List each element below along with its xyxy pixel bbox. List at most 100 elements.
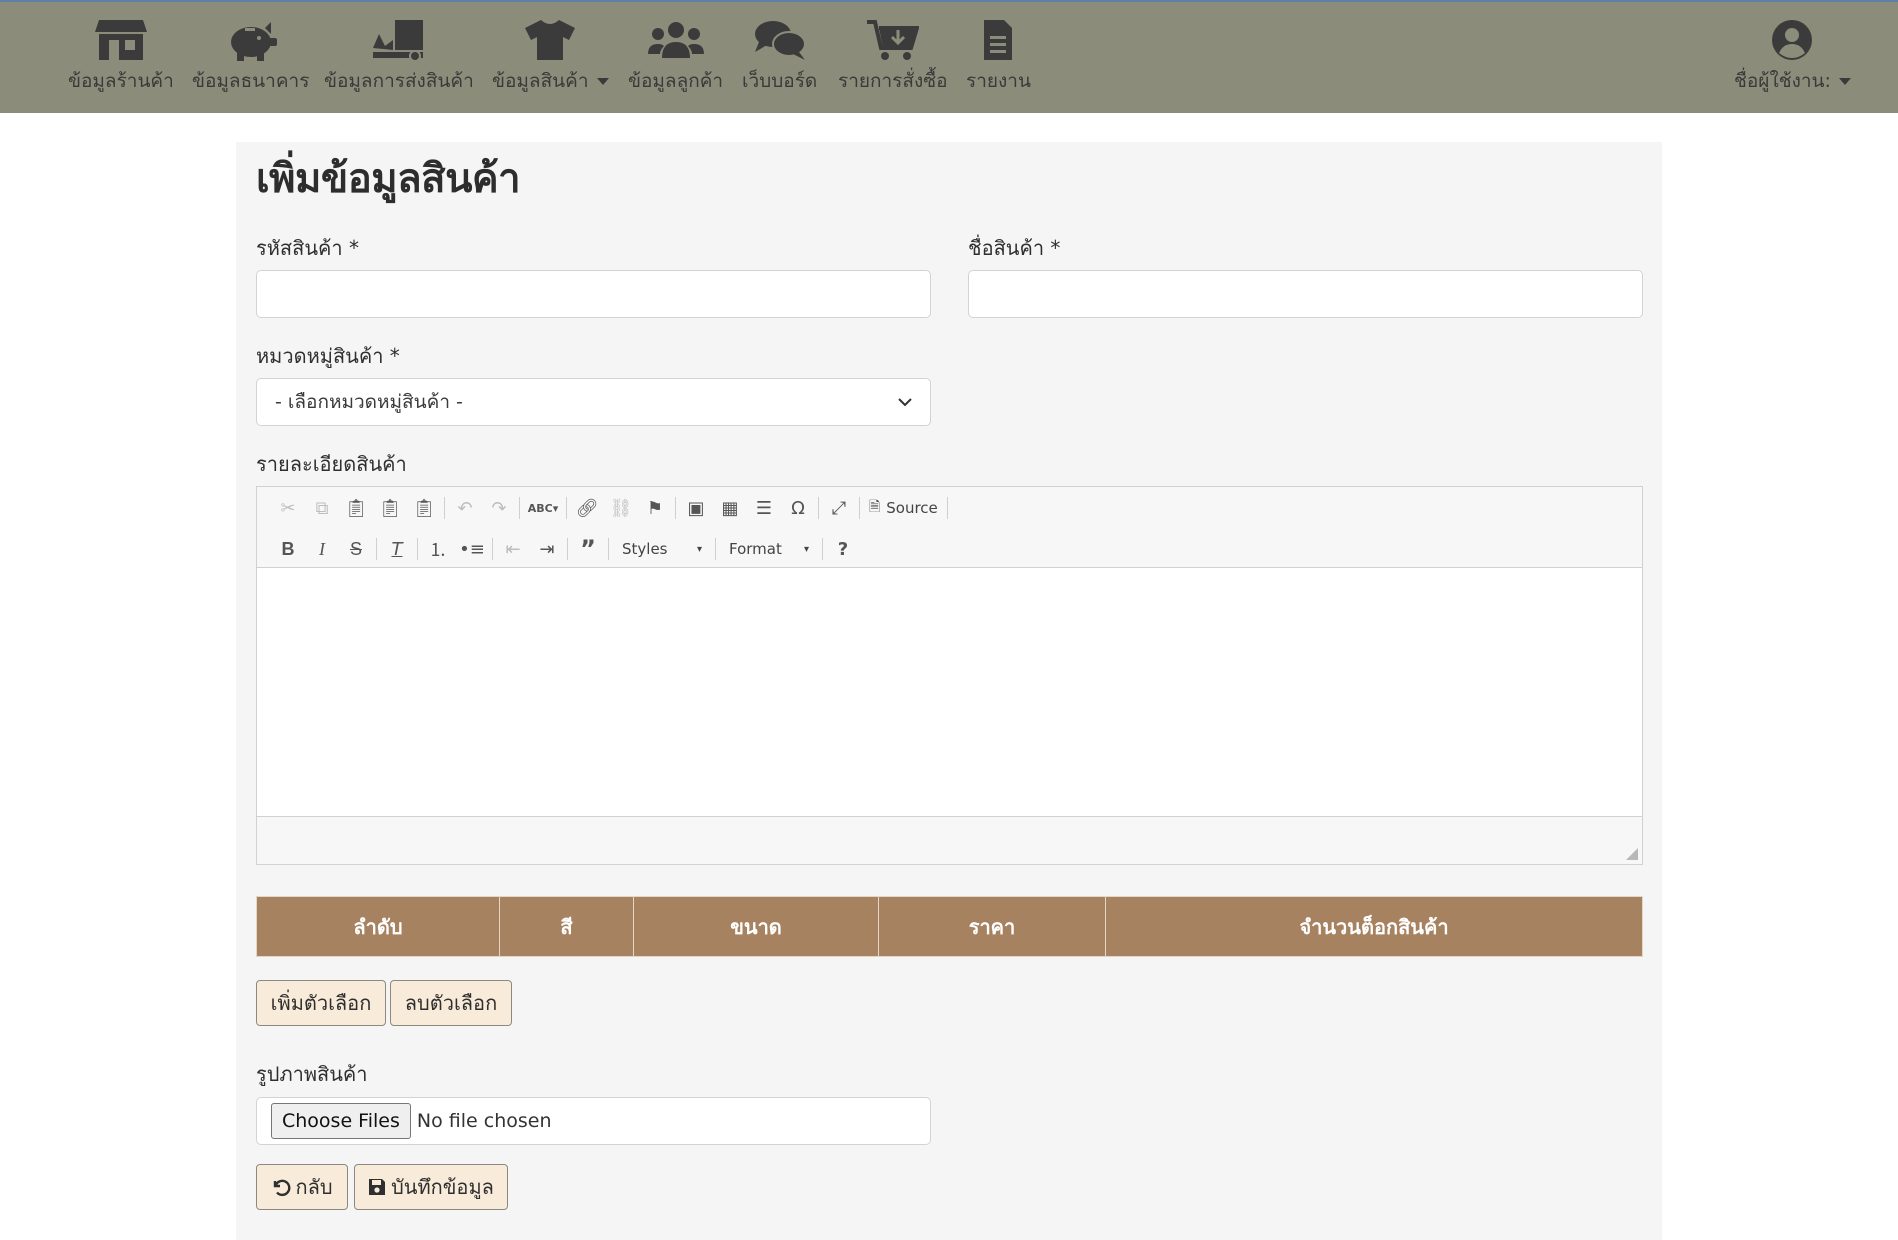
toolbar-separator — [519, 497, 520, 519]
nav-item-webboard[interactable]: เว็บบอร์ด — [742, 18, 817, 96]
source-icon: 🗎︎ — [869, 499, 881, 515]
user-circle-icon — [1772, 20, 1813, 60]
column-header-order: ลำดับ — [256, 896, 500, 957]
nav-item-store[interactable]: ข้อมูลร้านค้า — [68, 18, 174, 96]
product-name-label: ชื่อสินค้า * — [968, 236, 1061, 260]
user-menu[interactable]: ชื่อผู้ใช้งาน: — [1734, 18, 1851, 96]
resize-grip-icon[interactable] — [1626, 848, 1638, 860]
caret-down-icon: ▾ — [696, 543, 702, 555]
save-icon — [369, 1179, 386, 1195]
bold-icon[interactable]: B — [271, 534, 305, 564]
nav-item-products[interactable]: ข้อมูลสินค้า — [492, 18, 609, 96]
file-icon — [984, 20, 1013, 60]
copy-icon[interactable]: ⧉ — [305, 493, 339, 523]
horizontal-rule-icon[interactable]: ☰ — [747, 493, 781, 523]
help-icon[interactable]: ? — [826, 534, 860, 564]
detail-label: รายละเอียดสินค้า — [256, 452, 407, 476]
add-option-button[interactable]: เพิ่มตัวเลือก — [256, 980, 386, 1026]
strikethrough-icon[interactable]: S — [339, 534, 373, 564]
store-icon — [94, 20, 147, 60]
nav-label-products: ข้อมูลสินค้า — [492, 66, 609, 96]
no-file-text: No file chosen — [416, 1110, 552, 1132]
toolbar-separator — [946, 497, 948, 519]
special-char-icon[interactable]: Ω — [781, 493, 815, 523]
product-options-table: ลำดับ สี ขนาด ราคา จำนวนต็อกสินค้า — [256, 896, 1643, 957]
nav-label-store: ข้อมูลร้านค้า — [68, 70, 174, 92]
chevron-down-icon — [898, 398, 912, 407]
users-icon — [647, 22, 704, 58]
table-header-row: ลำดับ สี ขนาด ราคา จำนวนต็อกสินค้า — [256, 896, 1643, 957]
nav-item-shipping[interactable]: ข้อมูลการส่งสินค้า — [324, 18, 474, 96]
format-label: Format — [729, 540, 782, 558]
nav-item-bank[interactable]: ข้อมูลธนาคาร — [192, 18, 309, 96]
maximize-icon[interactable]: ⤢ — [822, 493, 856, 523]
comments-icon — [754, 21, 806, 60]
page-title: เพิ่มข้อมูลสินค้า — [256, 156, 521, 202]
cart-icon — [866, 20, 919, 60]
anchor-flag-icon[interactable]: ⚑ — [638, 493, 672, 523]
image-icon[interactable]: ▣ — [679, 493, 713, 523]
save-button[interactable]: บันทึกข้อมูล — [354, 1164, 508, 1210]
link-icon[interactable]: 🔗︎ — [570, 493, 604, 523]
tshirt-icon — [525, 20, 576, 60]
source-button[interactable]: 🗎︎ Source — [863, 496, 944, 520]
chevron-down-icon — [1838, 78, 1851, 85]
cut-icon[interactable]: ✂ — [271, 493, 305, 523]
toolbar-separator — [417, 538, 418, 560]
styles-combo[interactable]: Styles ▾ — [612, 535, 712, 563]
format-combo[interactable]: Format ▾ — [719, 535, 819, 563]
spellcheck-icon[interactable]: ABC▾ — [523, 493, 563, 523]
user-menu-label: ชื่อผู้ใช้งาน: — [1734, 66, 1851, 96]
nav-item-reports[interactable]: รายงาน — [966, 18, 1031, 96]
back-button-label: กลับ — [295, 1175, 333, 1199]
indent-icon[interactable]: ⇥ — [530, 534, 564, 564]
toolbar-separator — [715, 538, 716, 560]
product-code-input[interactable] — [256, 270, 931, 318]
bulleted-list-icon[interactable]: •≡ — [455, 534, 489, 564]
caret-down-icon: ▾ — [803, 543, 809, 555]
styles-label: Styles — [622, 540, 668, 558]
table-icon[interactable]: ▦ — [713, 493, 747, 523]
column-header-price: ราคา — [878, 896, 1106, 957]
remove-format-icon[interactable]: T — [380, 534, 414, 564]
undo-arrow-icon — [274, 1179, 291, 1197]
nav-item-customers[interactable]: ข้อมูลลูกค้า — [628, 18, 723, 96]
product-name-input[interactable] — [968, 270, 1643, 318]
numbered-list-icon[interactable]: ⒈ — [421, 534, 455, 564]
paste-text-icon[interactable]: 📋︎ — [373, 493, 407, 523]
blockquote-icon[interactable]: ” — [571, 534, 605, 564]
italic-icon[interactable]: I — [305, 534, 339, 564]
unlink-icon[interactable]: ⛓ — [604, 493, 638, 523]
paste-icon[interactable]: 📋︎ — [339, 493, 373, 523]
editor-toolbar-row-2: B I S T ⒈ •≡ ⇤ ⇥ ” Styles ▾ Format ▾ ? — [271, 532, 860, 566]
category-select[interactable]: - เลือกหมวดหมู่สินค้า - — [256, 378, 931, 426]
toolbar-separator — [608, 538, 609, 560]
editor-content-area[interactable] — [257, 567, 1642, 817]
remove-option-button[interactable]: ลบตัวเลือก — [390, 980, 512, 1026]
nav-label-orders: รายการสั่งซื้อ — [838, 70, 948, 92]
redo-icon[interactable]: ↷ — [482, 493, 516, 523]
nav-item-orders[interactable]: รายการสั่งซื้อ — [838, 18, 948, 96]
top-navbar: ข้อมูลร้านค้า ข้อมูลธนาคาร ข้อมูลการส่งส… — [0, 0, 1898, 113]
category-label: หมวดหมู่สินค้า * — [256, 344, 400, 368]
nav-label-reports: รายงาน — [966, 70, 1031, 92]
choose-files-button[interactable]: Choose Files — [271, 1103, 411, 1139]
column-header-size: ขนาด — [633, 896, 879, 957]
outdent-icon[interactable]: ⇤ — [496, 534, 530, 564]
undo-icon[interactable]: ↶ — [448, 493, 482, 523]
back-button[interactable]: กลับ — [256, 1164, 348, 1210]
toolbar-separator — [675, 497, 676, 519]
image-file-input[interactable]: Choose Files No file chosen — [256, 1097, 931, 1145]
paste-word-icon[interactable]: 📋︎ — [407, 493, 441, 523]
toolbar-separator — [822, 538, 823, 560]
source-label: Source — [886, 499, 938, 517]
toolbar-separator — [444, 497, 445, 519]
nav-label-customers: ข้อมูลลูกค้า — [628, 70, 724, 92]
product-code-label: รหัสสินค้า * — [256, 236, 359, 260]
shipping-icon — [372, 20, 423, 62]
save-button-label: บันทึกข้อมูล — [391, 1175, 494, 1199]
editor-toolbar-row-1: ✂ ⧉ 📋︎ 📋︎ 📋︎ ↶ ↷ ABC▾ 🔗︎ ⛓ ⚑ ▣ ▦ ☰ Ω ⤢ 🗎… — [271, 491, 951, 525]
image-label: รูปภาพสินค้า — [256, 1062, 368, 1086]
toolbar-separator — [376, 538, 377, 560]
nav-label-bank: ข้อมูลธนาคาร — [192, 70, 310, 92]
